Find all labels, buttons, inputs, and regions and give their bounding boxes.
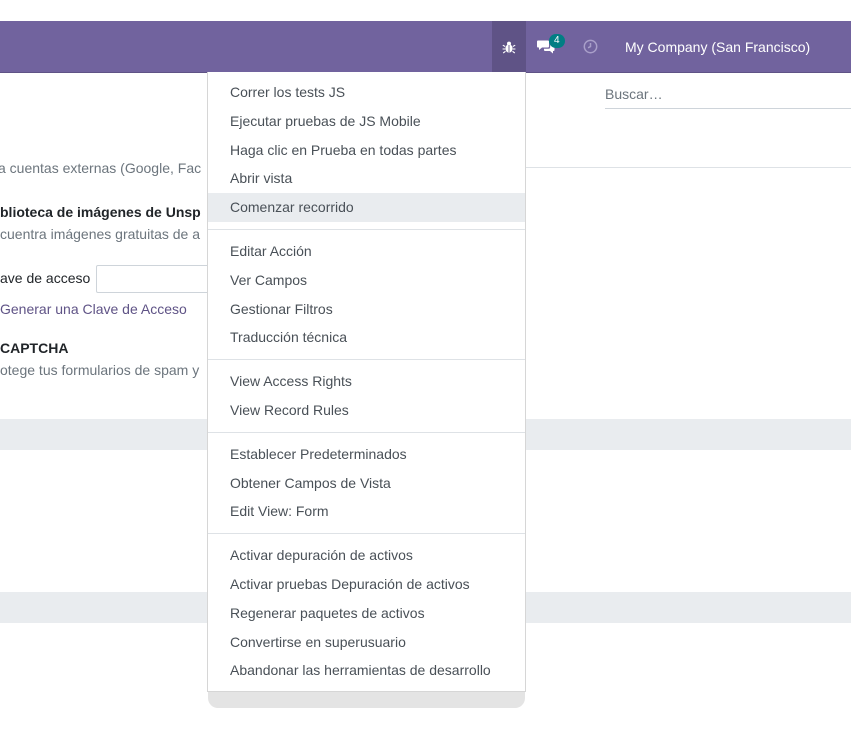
company-switcher[interactable]: My Company (San Francisco) (625, 21, 810, 72)
debug-menu-item[interactable]: Ejecutar pruebas de JS Mobile (208, 107, 525, 136)
unsplash-title: blioteca de imágenes de Unsp (0, 204, 201, 220)
recaptcha-title: CAPTCHA (0, 340, 69, 356)
debug-menu-item[interactable]: Convertirse en superusuario (208, 628, 525, 657)
debug-menu-item[interactable]: Comenzar recorrido (208, 193, 525, 222)
recaptcha-description: otege tus formularios de spam y (0, 362, 200, 378)
debug-menu-item[interactable]: Correr los tests JS (208, 78, 525, 107)
bug-icon (502, 41, 516, 53)
top-navbar: 4 My Company (San Francisco) (0, 21, 851, 73)
dropdown-shadow (208, 690, 525, 708)
search-input[interactable] (605, 80, 851, 109)
debug-menu-item[interactable]: View Access Rights (208, 367, 525, 396)
menu-divider (208, 533, 525, 535)
activity-menu[interactable] (578, 21, 602, 72)
debug-menu-item[interactable]: Traducción técnica (208, 323, 525, 352)
clock-icon (583, 39, 597, 54)
unsplash-description: cuentra imágenes gratuitas de a (0, 226, 201, 242)
section-divider (526, 167, 851, 168)
debug-menu-item[interactable]: Abandonar las herramientas de desarrollo (208, 656, 525, 685)
chat-counter-badge: 4 (549, 34, 565, 48)
menu-divider (208, 431, 525, 433)
debug-menu-item[interactable]: Haga clic en Prueba en todas partes (208, 136, 525, 165)
debug-menu-item[interactable]: View Record Rules (208, 396, 525, 425)
debug-menu-item[interactable]: Abrir vista (208, 164, 525, 193)
debug-menu-item[interactable]: Activar pruebas Depuración de activos (208, 570, 525, 599)
debug-menu-item[interactable]: Ver Campos (208, 266, 525, 295)
menu-divider (208, 228, 525, 230)
debug-menu-item[interactable]: Gestionar Filtros (208, 295, 525, 324)
debug-menu-item[interactable]: Establecer Predeterminados (208, 440, 525, 469)
debug-menu-item[interactable]: Activar depuración de activos (208, 541, 525, 570)
debug-menu-item[interactable]: Editar Acción (208, 237, 525, 266)
debug-menu-list: Correr los tests JS Ejecutar pruebas de J… (208, 78, 525, 685)
generate-access-key-link[interactable]: Generar una Clave de Acceso (0, 301, 187, 317)
debug-menu-item[interactable]: Obtener Campos de Vista (208, 469, 525, 498)
debug-menu-item[interactable]: Edit View: Form (208, 497, 525, 526)
debug-menu-item[interactable]: Regenerar paquetes de activos (208, 599, 525, 628)
external-accounts-text: a cuentas externas (Google, Fac (0, 160, 202, 176)
menu-divider (208, 359, 525, 361)
company-name: My Company (San Francisco) (625, 38, 811, 55)
access-key-label: ave de acceso (0, 270, 91, 286)
debug-dropdown-menu: Correr los tests JS Ejecutar pruebas de J… (207, 72, 526, 692)
debug-menu-toggle[interactable] (492, 21, 526, 72)
